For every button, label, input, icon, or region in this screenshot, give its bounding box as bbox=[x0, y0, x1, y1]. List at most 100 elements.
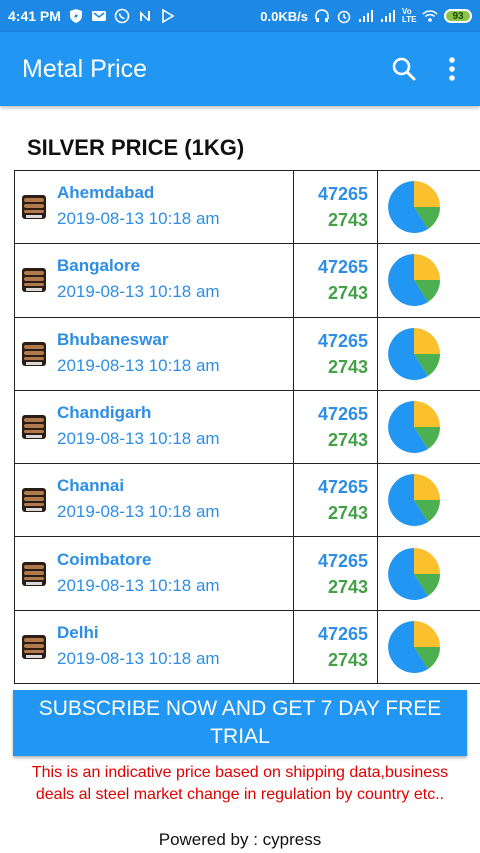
silver-bars-thumbnail bbox=[22, 561, 46, 586]
price-value: 47265 bbox=[317, 550, 368, 571]
update-date: 2019-08-13 10:18 am bbox=[57, 429, 220, 449]
more-vert-icon bbox=[449, 57, 455, 81]
app-title: Metal Price bbox=[22, 54, 148, 83]
gmail-icon bbox=[91, 11, 106, 21]
status-right: 0.0KB/s Vo LTE 93 bbox=[260, 8, 472, 24]
net-speed: 0.0KB/s bbox=[260, 8, 308, 24]
price-value: 47265 bbox=[317, 330, 368, 351]
city-cell: Delhi 2019-08-13 10:18 am bbox=[15, 610, 294, 684]
app-bar: Metal Price bbox=[0, 32, 480, 106]
price-change: 2743 bbox=[327, 649, 368, 670]
city-cell: Bhubaneswar 2019-08-13 10:18 am bbox=[15, 317, 294, 390]
update-date: 2019-08-13 10:18 am bbox=[57, 648, 220, 668]
silver-bars-thumbnail bbox=[22, 195, 46, 220]
pie-chart-icon[interactable] bbox=[386, 472, 442, 528]
disclaimer-text: This is an indicative price based on shi… bbox=[31, 764, 449, 803]
table-row[interactable]: Delhi 2019-08-13 10:18 am 47265 2743 bbox=[14, 610, 480, 685]
city-cell: Channai 2019-08-13 10:18 am bbox=[15, 464, 294, 537]
silver-bars-thumbnail bbox=[22, 341, 46, 366]
headset-icon bbox=[315, 9, 329, 22]
chart-cell bbox=[378, 611, 480, 683]
pie-chart-icon[interactable] bbox=[386, 326, 442, 382]
status-left: 4:41 PM bbox=[8, 8, 176, 24]
chart-cell bbox=[378, 464, 480, 536]
city-text: Coimbatore 2019-08-13 10:18 am bbox=[57, 549, 220, 599]
price-change: 2743 bbox=[327, 356, 368, 377]
price-change: 2743 bbox=[327, 430, 368, 451]
price-cell: 47265 2743 bbox=[294, 610, 378, 684]
price-value: 47265 bbox=[317, 404, 368, 425]
pie-chart-icon[interactable] bbox=[386, 546, 442, 602]
price-cell: 47265 2743 bbox=[294, 171, 378, 244]
chart-cell bbox=[378, 537, 480, 609]
price-change: 2743 bbox=[327, 503, 368, 524]
city-name: Delhi bbox=[57, 622, 99, 642]
table-row[interactable]: Bhubaneswar 2019-08-13 10:18 am 47265 2743 bbox=[14, 317, 480, 391]
search-button[interactable] bbox=[378, 43, 430, 95]
price-change: 2743 bbox=[327, 283, 368, 304]
status-bar: 4:41 PM 0.0KB/s Vo LTE 93 bbox=[0, 0, 480, 32]
pie-chart-icon[interactable] bbox=[386, 399, 442, 455]
city-name: Channai bbox=[57, 476, 125, 496]
section-title: SILVER PRICE (1KG) bbox=[27, 135, 245, 160]
city-text: Chandigarh 2019-08-13 10:18 am bbox=[57, 402, 220, 452]
price-change: 2743 bbox=[327, 576, 368, 597]
update-date: 2019-08-13 10:18 am bbox=[57, 575, 220, 595]
pie-chart-icon[interactable] bbox=[386, 619, 442, 675]
silver-bars-thumbnail bbox=[22, 634, 46, 659]
chart-cell bbox=[378, 391, 480, 463]
play-flag-icon bbox=[162, 8, 175, 24]
update-date: 2019-08-13 10:18 am bbox=[57, 502, 220, 522]
overflow-menu-button[interactable] bbox=[430, 43, 474, 95]
battery-indicator: 93 bbox=[444, 9, 472, 23]
silver-bars-thumbnail bbox=[22, 415, 46, 440]
table-row[interactable]: Ahemdabad 2019-08-13 10:18 am 47265 2743 bbox=[14, 171, 480, 245]
search-icon bbox=[392, 57, 416, 81]
app-actions bbox=[378, 43, 480, 95]
city-name: Coimbatore bbox=[57, 549, 152, 569]
news-icon bbox=[139, 11, 150, 21]
price-change: 2743 bbox=[327, 210, 368, 231]
shield-icon bbox=[69, 9, 82, 23]
city-text: Ahemdabad 2019-08-13 10:18 am bbox=[57, 182, 220, 232]
table-row[interactable]: Channai 2019-08-13 10:18 am 47265 2743 bbox=[14, 464, 480, 538]
price-table: Ahemdabad 2019-08-13 10:18 am 47265 2743 Ban… bbox=[14, 170, 480, 685]
city-cell: Bangalore 2019-08-13 10:18 am bbox=[15, 244, 294, 317]
whatsapp-icon bbox=[114, 8, 130, 24]
signal-icon bbox=[381, 10, 395, 22]
wifi-icon bbox=[422, 10, 438, 22]
chart-cell bbox=[378, 171, 480, 243]
city-name: Bhubaneswar bbox=[57, 329, 169, 349]
chart-cell bbox=[378, 244, 480, 316]
city-text: Bangalore 2019-08-13 10:18 am bbox=[57, 255, 220, 305]
table-row[interactable]: Chandigarh 2019-08-13 10:18 am 47265 2743 bbox=[14, 390, 480, 465]
price-value: 47265 bbox=[317, 184, 368, 205]
status-time: 4:41 PM bbox=[8, 8, 61, 24]
price-cell: 47265 2743 bbox=[294, 317, 378, 390]
city-text: Bhubaneswar 2019-08-13 10:18 am bbox=[57, 329, 220, 379]
city-cell: Chandigarh 2019-08-13 10:18 am bbox=[15, 390, 294, 464]
pie-chart-icon[interactable] bbox=[386, 179, 442, 235]
price-cell: 47265 2743 bbox=[294, 390, 378, 464]
city-text: Channai 2019-08-13 10:18 am bbox=[57, 475, 220, 525]
city-name: Ahemdabad bbox=[57, 183, 155, 203]
table-row[interactable]: Coimbatore 2019-08-13 10:18 am 47265 2743 bbox=[14, 537, 480, 611]
subscribe-button[interactable]: SUBSCRIBE NOW AND GET 7 DAY FREE TRIAL bbox=[13, 690, 467, 756]
price-value: 47265 bbox=[317, 477, 368, 498]
city-name: Chandigarh bbox=[57, 403, 152, 423]
price-value: 47265 bbox=[317, 257, 368, 278]
silver-bars-thumbnail bbox=[22, 488, 46, 513]
signal-icon bbox=[359, 10, 373, 22]
alarm-icon bbox=[337, 10, 351, 24]
table-row[interactable]: Bangalore 2019-08-13 10:18 am 47265 2743 bbox=[14, 244, 480, 318]
silver-bars-thumbnail bbox=[22, 268, 46, 293]
price-value: 47265 bbox=[317, 623, 368, 644]
city-cell: Coimbatore 2019-08-13 10:18 am bbox=[15, 537, 294, 610]
price-cell: 47265 2743 bbox=[294, 244, 378, 317]
price-cell: 47265 2743 bbox=[294, 464, 378, 537]
price-cell: 47265 2743 bbox=[294, 537, 378, 610]
pie-chart-icon[interactable] bbox=[386, 252, 442, 308]
update-date: 2019-08-13 10:18 am bbox=[57, 209, 220, 229]
city-name: Bangalore bbox=[57, 256, 141, 276]
update-date: 2019-08-13 10:18 am bbox=[57, 355, 220, 375]
